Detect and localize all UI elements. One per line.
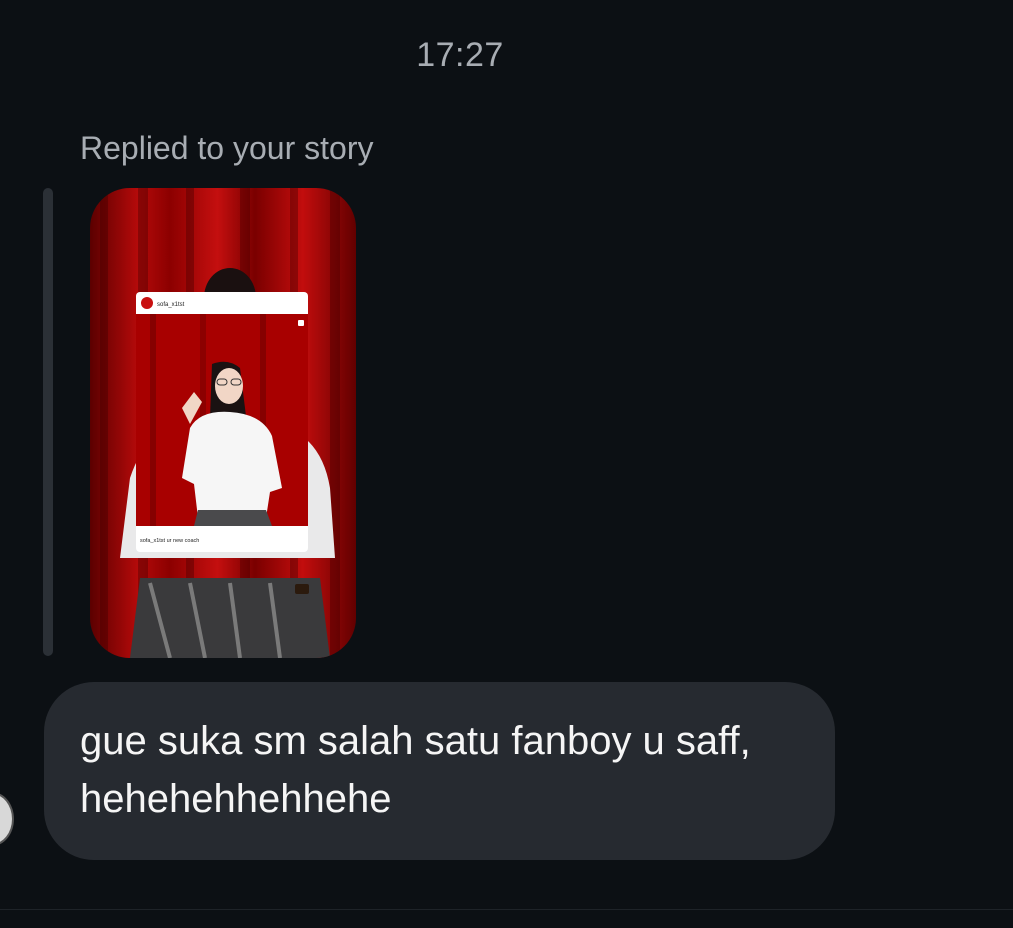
story-reply-label: Replied to your story xyxy=(80,130,374,166)
sender-avatar[interactable] xyxy=(0,792,14,846)
dm-conversation: 17:27 Replied to your story sofa_x1tst s… xyxy=(0,0,1013,928)
embedded-post-card: sofa_x1tst sofa_x1tst ur new coach xyxy=(136,292,308,552)
story-preview-image: sofa_x1tst sofa_x1tst ur new coach xyxy=(100,188,340,658)
embedded-post-username: sofa_x1tst xyxy=(157,302,185,308)
message-timestamp: 17:27 xyxy=(416,36,504,74)
story-preview-thumbnail[interactable]: sofa_x1tst sofa_x1tst ur new coach xyxy=(90,188,356,658)
reply-quote-bar xyxy=(43,188,53,656)
composer-divider xyxy=(0,909,1013,910)
message-text: gue suka sm salah satu fanboy u saff, he… xyxy=(80,719,751,821)
embedded-post-caption: sofa_x1tst ur new coach xyxy=(140,538,199,544)
